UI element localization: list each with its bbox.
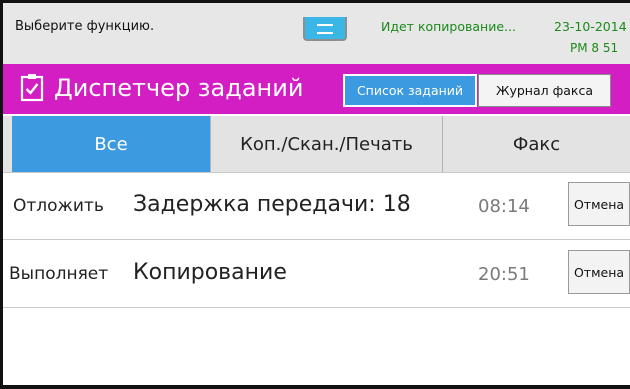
title-bar: Диспетчер заданий Список заданий Журнал … <box>3 64 630 114</box>
tab-all[interactable]: Все <box>12 116 210 172</box>
job-list-button[interactable]: Список заданий <box>343 74 477 107</box>
cancel-button[interactable]: Отмена <box>568 250 630 294</box>
job-time: 20:51 <box>478 264 530 285</box>
job-status: Отложить <box>13 196 104 216</box>
menu-lines-icon <box>317 24 333 34</box>
status-date: 23-10-2014 <box>554 19 627 34</box>
page-title: Диспетчер заданий <box>54 74 304 102</box>
pull-down-handle[interactable] <box>303 17 347 41</box>
job-status: Выполняет <box>9 264 109 284</box>
job-name: Задержка передачи: 18 <box>133 192 411 217</box>
screen-border-left <box>0 0 3 389</box>
status-bar: Выберите функцию. Идет копирование... 23… <box>3 3 630 64</box>
status-time: PM 8 51 <box>570 41 619 55</box>
job-time: 08:14 <box>478 196 530 217</box>
job-name: Копирование <box>133 260 287 285</box>
screen-border-top <box>0 0 630 3</box>
job-manager-screen: Выберите функцию. Идет копирование... 23… <box>0 0 630 389</box>
clipboard-check-icon <box>20 74 44 102</box>
tab-copy-scan-print[interactable]: Коп./Скан./Печать <box>210 116 443 172</box>
cancel-button[interactable]: Отмена <box>568 182 630 226</box>
fax-log-button[interactable]: Журнал факса <box>478 74 611 107</box>
job-status-text: Идет копирование... <box>381 19 516 34</box>
job-row[interactable]: Отложить Задержка передачи: 18 08:14 Отм… <box>3 172 630 240</box>
status-prompt: Выберите функцию. <box>15 19 155 34</box>
job-filter-tabs: Все Коп./Скан./Печать Факс <box>3 116 630 173</box>
job-row[interactable]: Выполняет Копирование 20:51 Отмена <box>3 240 630 308</box>
tab-fax[interactable]: Факс <box>443 116 630 172</box>
screen-border-bottom <box>0 385 630 389</box>
